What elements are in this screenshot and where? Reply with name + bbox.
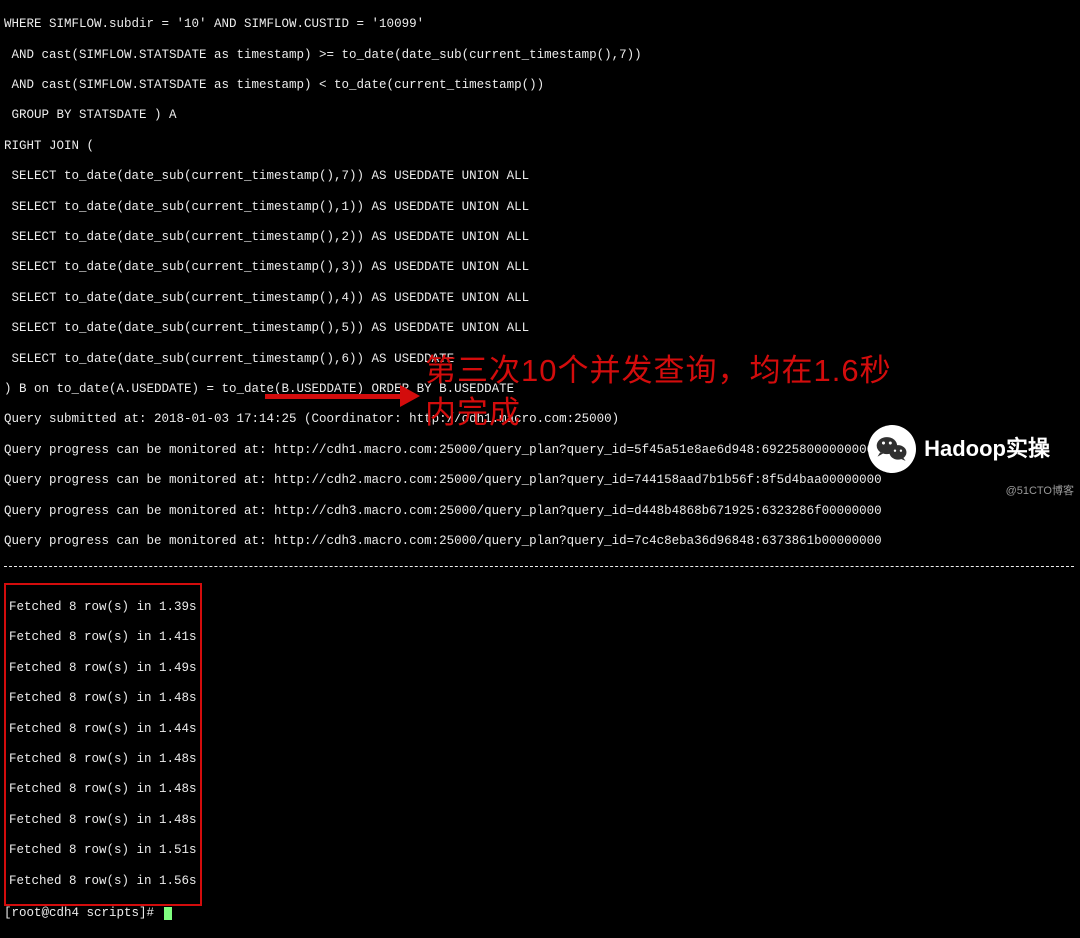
cursor-icon[interactable] [164,907,172,920]
sql-line: SELECT to_date(date_sub(current_timestam… [4,321,1076,336]
wechat-badge: Hadoop实操 [868,425,1050,473]
sql-line: SELECT to_date(date_sub(current_timestam… [4,260,1076,275]
fetched-line: Fetched 8 row(s) in 1.41s [9,630,197,645]
sql-line: AND cast(SIMFLOW.STATSDATE as timestamp)… [4,78,1076,93]
sql-line: AND cast(SIMFLOW.STATSDATE as timestamp)… [4,48,1076,63]
fetched-line: Fetched 8 row(s) in 1.39s [9,600,197,615]
fetched-line: Fetched 8 row(s) in 1.48s [9,752,197,767]
sql-line: SELECT to_date(date_sub(current_timestam… [4,169,1076,184]
divider [4,566,1074,567]
annotation-line: 第三次10个并发查询，均在1.6秒 [425,350,892,392]
shell-prompt: [root@cdh4 scripts]# [4,906,162,920]
annotation-arrow-icon [265,385,420,407]
fetched-results-highlight: Fetched 8 row(s) in 1.39s Fetched 8 row(… [4,583,202,906]
progress-line: Query progress can be monitored at: http… [4,473,1076,488]
fetched-line: Fetched 8 row(s) in 1.51s [9,843,197,858]
sql-line: SELECT to_date(date_sub(current_timestam… [4,200,1076,215]
fetched-line: Fetched 8 row(s) in 1.48s [9,782,197,797]
fetched-line: Fetched 8 row(s) in 1.44s [9,722,197,737]
fetched-line: Fetched 8 row(s) in 1.56s [9,874,197,889]
progress-line: Query progress can be monitored at: http… [4,534,1076,549]
sql-line: GROUP BY STATSDATE ) A [4,108,1076,123]
badge-label: Hadoop实操 [924,441,1050,456]
wechat-icon [868,425,916,473]
progress-line: Query progress can be monitored at: http… [4,504,1076,519]
fetched-line: Fetched 8 row(s) in 1.48s [9,691,197,706]
watermark: @51CTO博客 [1006,484,1074,499]
annotation-line: 内完成 [425,392,892,434]
sql-line: SELECT to_date(date_sub(current_timestam… [4,230,1076,245]
fetched-line: Fetched 8 row(s) in 1.49s [9,661,197,676]
sql-line: WHERE SIMFLOW.subdir = '10' AND SIMFLOW.… [4,17,1076,32]
sql-line: SELECT to_date(date_sub(current_timestam… [4,291,1076,306]
fetched-line: Fetched 8 row(s) in 1.48s [9,813,197,828]
sql-line: RIGHT JOIN ( [4,139,1076,154]
annotation-text: 第三次10个并发查询，均在1.6秒 内完成 [425,350,892,434]
